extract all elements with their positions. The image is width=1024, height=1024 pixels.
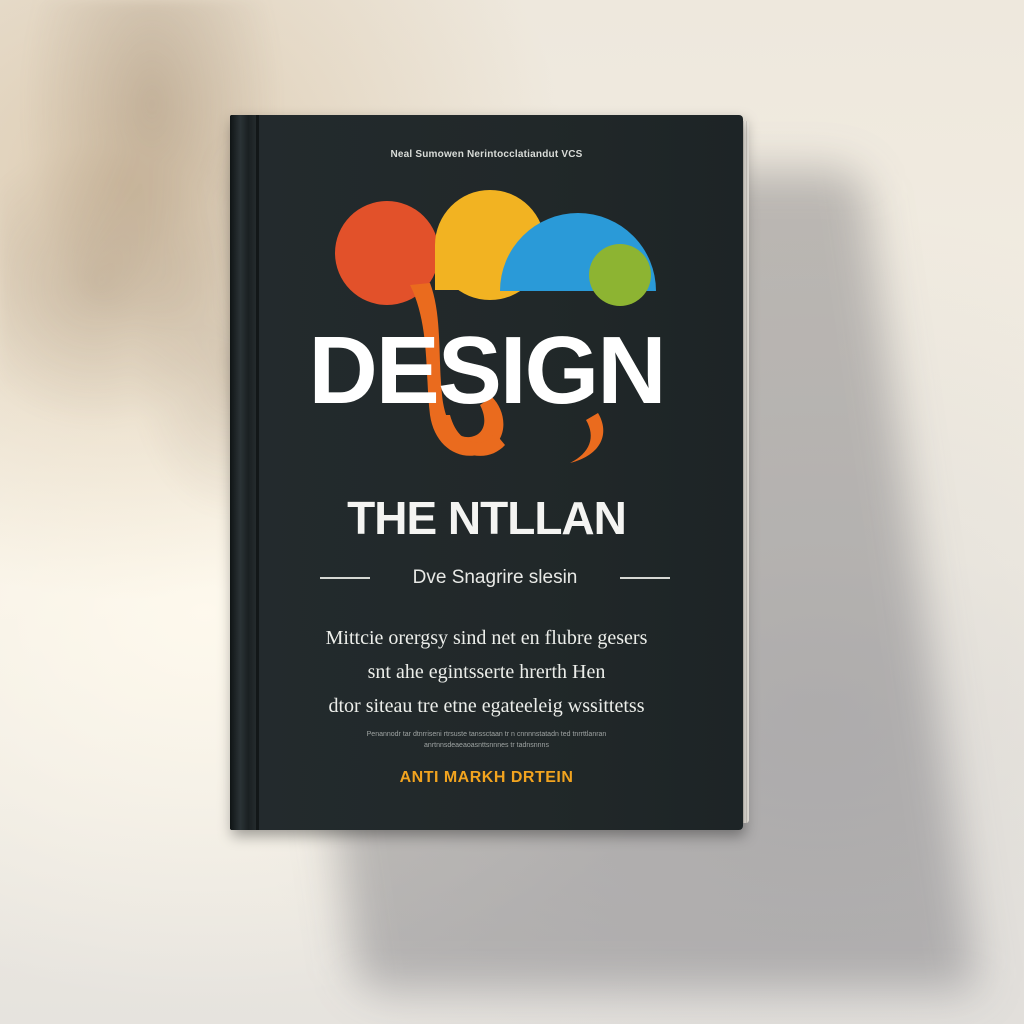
cover-fine-print: Penannodr tar dtnrriseni rtrsuste tanssc… bbox=[310, 729, 663, 751]
divider-left bbox=[320, 577, 370, 579]
tagline-row: Dve Snagrire slesin bbox=[320, 563, 670, 593]
description-line: Mittcie orergsy sind net en flubre geser… bbox=[325, 627, 648, 649]
fine-print-line: anrtnnsdeaeaoasnttsnnnes tr tadnsnnns bbox=[424, 742, 549, 749]
divider-right bbox=[620, 577, 670, 579]
fine-print-line: Penannodr tar dtnrriseni rtrsuste tanssc… bbox=[366, 731, 607, 738]
book-title: DESIGN bbox=[308, 317, 666, 424]
cover-top-line: Neal Sumowen Nerintocclatiandut VCS bbox=[390, 149, 583, 160]
book-subtitle: THE NTLLAN bbox=[347, 492, 627, 544]
book-tagline: Dve Snagrire slesin bbox=[412, 567, 578, 588]
book-author: ANTI MARKH DRTEIN bbox=[399, 769, 574, 786]
cover-description: Mittcie orergsy sind net en flubre geser… bbox=[290, 621, 683, 723]
description-line: dtor siteau tre etne egateeleig wssittet… bbox=[328, 695, 645, 717]
book-cover: Neal Sumowen Nerintocclatiandut VCS DESI… bbox=[230, 115, 743, 830]
description-line: snt ahe egintsserte hrerth Hen bbox=[367, 661, 606, 683]
book: Neal Sumowen Nerintocclatiandut VCS DESI… bbox=[230, 115, 749, 830]
green-circle-shape bbox=[589, 244, 651, 306]
